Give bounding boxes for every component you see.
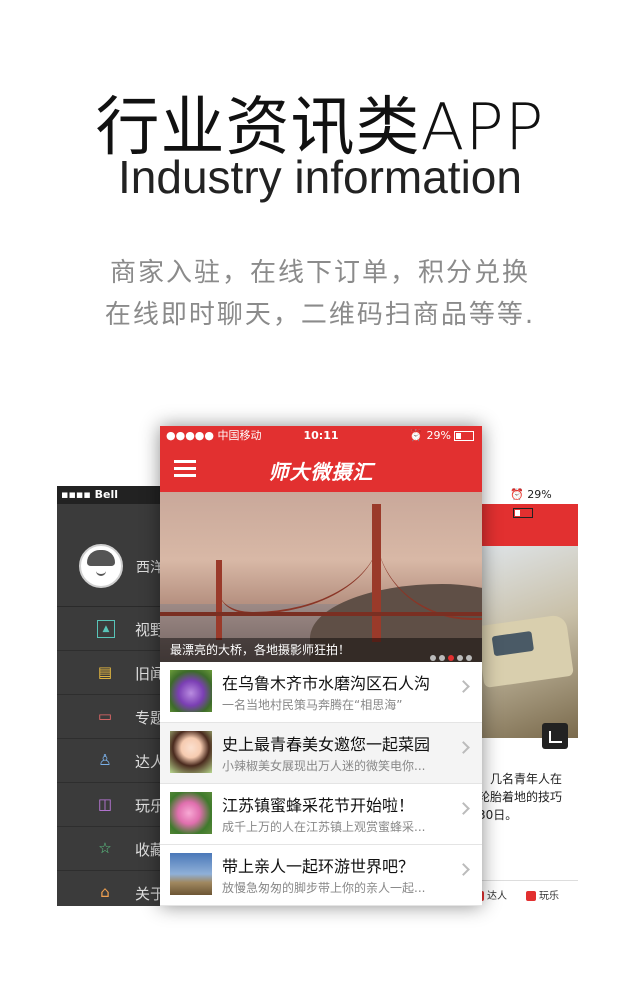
note-icon: ▤ xyxy=(97,663,113,681)
battery-icon xyxy=(454,431,474,441)
news-thumbnail xyxy=(170,853,212,895)
tab-label: 玩乐 xyxy=(539,891,559,902)
carousel-dot[interactable] xyxy=(466,655,472,661)
battery-status: ⏰ 29% xyxy=(409,426,474,446)
banner-carousel[interactable]: 最漂亮的大桥，各地摄影师狂拍！ xyxy=(160,492,482,662)
user-icon: ♙ xyxy=(98,751,112,769)
news-thumbnail xyxy=(170,792,212,834)
car-image xyxy=(476,614,574,688)
carousel-dot[interactable] xyxy=(430,655,436,661)
chevron-right-icon xyxy=(457,863,470,876)
star-icon: ☆ xyxy=(98,839,112,857)
chevron-right-icon xyxy=(457,680,470,693)
bag-icon xyxy=(526,891,536,901)
bridge-tower xyxy=(372,504,381,642)
news-subtitle: 一名当地村民策马奔腾在“相思海” xyxy=(222,698,403,712)
list-item[interactable]: 带上亲人一起环游世界吧？ 放慢急匆匆的脚步带上你的亲人一起... xyxy=(160,845,482,906)
article-photo xyxy=(470,546,578,749)
right-status-bar: ⏰ 29% xyxy=(470,486,578,518)
image-icon: ▲ xyxy=(97,620,115,638)
battery-label: 29% xyxy=(527,488,552,501)
carousel-dot[interactable] xyxy=(439,655,445,661)
signal-icon: ▪▪▪▪ xyxy=(61,488,91,501)
news-subtitle: 小辣椒美女展现出万人迷的微笑电你... xyxy=(222,759,426,773)
nav-title: 师大微摄汇 xyxy=(268,460,374,484)
headline-desc-line1: 商家入驻，在线下订单，积分兑换 xyxy=(109,258,530,288)
bridge-tower xyxy=(216,560,222,640)
headline-title-en: Industry information xyxy=(118,151,522,203)
article-text: ，几名青年人在 轮胎着地的技巧 30日。 xyxy=(478,772,563,822)
battery-percent: 29% xyxy=(426,429,451,442)
nav-bar: 师大微摄汇 xyxy=(160,446,482,492)
home-icon: ⌂ xyxy=(100,883,110,901)
right-phone-screen: ⏰ 29% ，几名青年人在 轮胎着地的技巧 30日。 达人 玩乐 xyxy=(470,486,578,906)
news-title: 在乌鲁木齐市水磨沟区石人沟 xyxy=(222,674,431,693)
news-list: 在乌鲁木齐市水磨沟区石人沟 一名当地村民策马奔腾在“相思海” 史上最青春美女邀您… xyxy=(160,662,482,906)
news-thumbnail xyxy=(170,731,212,773)
list-item[interactable]: 在乌鲁木齐市水磨沟区石人沟 一名当地村民策马奔腾在“相思海” xyxy=(160,662,482,723)
headline-desc-line2: 在线即时聊天，二维码扫商品等等. xyxy=(104,300,536,330)
tab-wanle[interactable]: 玩乐 xyxy=(526,887,559,902)
news-title: 带上亲人一起环游世界吧？ xyxy=(222,857,415,876)
news-subtitle: 成千上万的人在江苏镇上观赏蜜蜂采... xyxy=(222,820,426,834)
banner-caption-bar: 最漂亮的大桥，各地摄影师狂拍！ xyxy=(160,638,482,662)
status-bar: ●●●●● 中国移动 10:11 ⏰ 29% xyxy=(160,426,482,446)
center-phone-screen: ●●●●● 中国移动 10:11 ⏰ 29% 师大微摄汇 最漂亮的大桥，各地摄影… xyxy=(160,426,482,906)
chevron-right-icon xyxy=(457,741,470,754)
chevron-right-icon xyxy=(457,802,470,815)
tab-label: 达人 xyxy=(487,891,507,902)
carousel-dot[interactable] xyxy=(457,655,463,661)
list-item[interactable]: 江苏镇蜜蜂采花节开始啦！ 成千上万的人在江苏镇上观赏蜜蜂采... xyxy=(160,784,482,845)
news-subtitle: 放慢急匆匆的脚步带上你的亲人一起... xyxy=(222,881,426,895)
bridge-deck xyxy=(160,612,482,616)
carousel-dots[interactable] xyxy=(427,646,472,662)
bag-icon: ◫ xyxy=(97,795,113,813)
news-thumbnail xyxy=(170,670,212,712)
avatar[interactable] xyxy=(79,544,123,588)
bottom-tab-bar: 达人 玩乐 xyxy=(470,880,578,906)
alarm-icon: ⏰ xyxy=(510,488,524,501)
battery-icon xyxy=(513,508,533,518)
banner-caption: 最漂亮的大桥，各地摄影师狂拍！ xyxy=(170,643,351,657)
share-icon[interactable] xyxy=(542,723,568,749)
news-title: 江苏镇蜜蜂采花节开始啦！ xyxy=(222,796,415,815)
carrier-label: Bell xyxy=(94,488,119,501)
chat-icon: ▭ xyxy=(97,707,113,725)
list-item[interactable]: 史上最青春美女邀您一起菜园 小辣椒美女展现出万人迷的微笑电你... xyxy=(160,723,482,784)
alarm-icon: ⏰ xyxy=(409,429,427,442)
carousel-dot-active[interactable] xyxy=(448,655,454,661)
news-title: 史上最青春美女邀您一起菜园 xyxy=(222,735,431,754)
